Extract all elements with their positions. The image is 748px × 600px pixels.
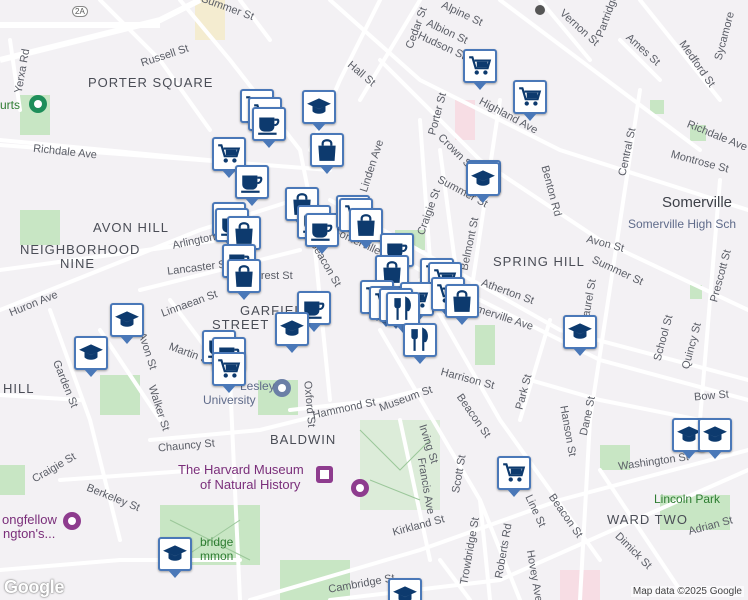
restaurant-icon xyxy=(390,296,416,322)
marker-school[interactable] xyxy=(74,336,108,377)
grocery-icon xyxy=(467,53,493,79)
shopping-icon xyxy=(353,212,379,238)
school-icon xyxy=(162,541,188,567)
label-ward-two: WARD TWO xyxy=(607,512,688,527)
park-area xyxy=(475,325,495,365)
shopping-icon xyxy=(449,288,475,314)
marker-school[interactable] xyxy=(110,303,144,344)
google-logo: Google xyxy=(4,577,65,597)
marker-grocery[interactable] xyxy=(497,456,531,497)
map-canvas[interactable]: PORTER SQUARE AVON HILL NEIGHBORHOOD NIN… xyxy=(0,0,748,600)
school-icon xyxy=(78,340,104,366)
marker-restaurant[interactable] xyxy=(386,292,420,333)
school-icon xyxy=(306,94,332,120)
marker-shopping[interactable] xyxy=(227,259,261,300)
park-area xyxy=(0,465,25,495)
label-somerville-high: Somerville High Sch xyxy=(628,217,737,231)
school-icon xyxy=(470,166,496,192)
cafe-icon xyxy=(309,217,335,243)
label-baldwin: BALDWIN xyxy=(270,432,337,447)
marker-school[interactable] xyxy=(388,578,422,600)
cafe-icon xyxy=(256,111,282,137)
marker-school[interactable] xyxy=(302,90,336,131)
marker-shopping[interactable] xyxy=(310,133,344,174)
label-somerville: Somerville xyxy=(662,194,733,211)
label-longfellow-1: ongfellow xyxy=(2,512,57,527)
school-icon xyxy=(567,319,593,345)
label-avon-hill: AVON HILL xyxy=(93,220,169,235)
park-area xyxy=(20,210,60,245)
shopping-icon xyxy=(231,263,257,289)
label-longfellow-2: ngton's... xyxy=(3,526,56,541)
marker-school[interactable] xyxy=(563,315,597,356)
label-spring-hill: SPRING HILL xyxy=(493,254,585,269)
school-icon xyxy=(114,307,140,333)
school-icon xyxy=(702,422,728,448)
marker-school[interactable] xyxy=(466,162,500,203)
label-harvard-museum-2: of Natural History xyxy=(200,477,301,492)
grocery-icon xyxy=(216,356,242,382)
marker-school[interactable] xyxy=(698,418,732,459)
marker-shopping[interactable] xyxy=(445,284,479,325)
label-cambridge-common-2: mmon xyxy=(200,549,234,563)
marker-cafe[interactable] xyxy=(252,107,286,148)
marker-cafe[interactable] xyxy=(305,213,339,254)
marker-cafe[interactable] xyxy=(235,165,269,206)
label-nine: NINE xyxy=(60,256,96,271)
grocery-icon xyxy=(216,141,242,167)
map-attribution: Map data ©2025 Google xyxy=(630,586,744,597)
grocery-icon xyxy=(517,84,543,110)
marker-school[interactable] xyxy=(275,312,309,353)
school-icon xyxy=(279,316,305,342)
label-courts: urts xyxy=(0,98,21,112)
restaurant-icon xyxy=(407,327,433,353)
label-porter-square: PORTER SQUARE xyxy=(88,75,214,90)
marker-grocery[interactable] xyxy=(463,49,497,90)
marker-grocery[interactable] xyxy=(513,80,547,121)
label-neighborhood: NEIGHBORHOOD xyxy=(20,242,141,257)
label-university: University xyxy=(203,393,256,407)
shopping-icon xyxy=(231,220,257,246)
label-cambridge-common-1: bridge xyxy=(200,535,234,549)
marker-grocery[interactable] xyxy=(212,352,246,393)
cafe-icon xyxy=(239,169,265,195)
marker-restaurant[interactable] xyxy=(403,323,437,364)
shopping-icon xyxy=(314,137,340,163)
label-lincoln-park: Lincoln Park xyxy=(654,492,721,506)
marker-shopping[interactable] xyxy=(349,208,383,249)
label-hill: HILL xyxy=(3,381,35,396)
grocery-icon xyxy=(501,460,527,486)
route-badge: 2A xyxy=(72,6,88,17)
school-icon xyxy=(392,582,418,600)
marker-school[interactable] xyxy=(158,537,192,578)
label-harvard-museum-1: The Harvard Museum xyxy=(178,462,304,477)
